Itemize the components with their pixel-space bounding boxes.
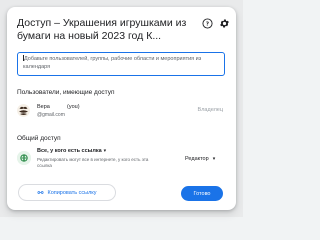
user-row: Вера (you) @gmail.com Владелец <box>17 102 227 122</box>
svg-text:?: ? <box>206 22 209 28</box>
share-dialog: Доступ – Украшения игрушками из бумаги н… <box>7 7 236 210</box>
role-select[interactable]: Редактор ▾ <box>185 156 215 162</box>
gear-icon[interactable] <box>219 18 230 29</box>
done-label: Готово <box>193 190 211 197</box>
user-name: Вера <box>37 104 50 110</box>
users-section-title: Пользователи, имеющие доступ <box>17 89 115 96</box>
general-access-value: Все, у кого есть ссылка <box>37 148 102 154</box>
general-access-description: Редактировать могут все в интернете, у к… <box>37 157 149 168</box>
copy-link-button[interactable]: Копировать ссылку <box>18 184 116 201</box>
chevron-down-icon: ▾ <box>103 148 107 154</box>
help-icon[interactable]: ? <box>202 18 213 29</box>
done-button[interactable]: Готово <box>181 186 223 201</box>
general-access-row: Все, у кого есть ссылка ▾ Редактировать м… <box>17 147 229 175</box>
chevron-down-icon: ▾ <box>212 156 216 162</box>
user-email: @gmail.com <box>37 112 65 118</box>
copy-link-label: Копировать ссылку <box>47 189 97 196</box>
avatar <box>17 104 30 117</box>
add-people-input[interactable]: Добавьте пользователей, группы, рабочие … <box>17 52 225 76</box>
role-value: Редактор <box>185 156 209 162</box>
link-icon <box>37 189 44 196</box>
user-role-owner: Владелец <box>197 107 223 113</box>
dialog-title: Доступ – Украшения игрушками из бумаги н… <box>17 17 187 42</box>
user-you-label: (you) <box>67 104 80 110</box>
general-access-select[interactable]: Все, у кого есть ссылка ▾ <box>37 148 106 154</box>
globe-icon <box>17 151 31 165</box>
add-people-placeholder: Добавьте пользователей, группы, рабочие … <box>23 56 202 70</box>
general-access-title: Общий доступ <box>17 135 61 142</box>
